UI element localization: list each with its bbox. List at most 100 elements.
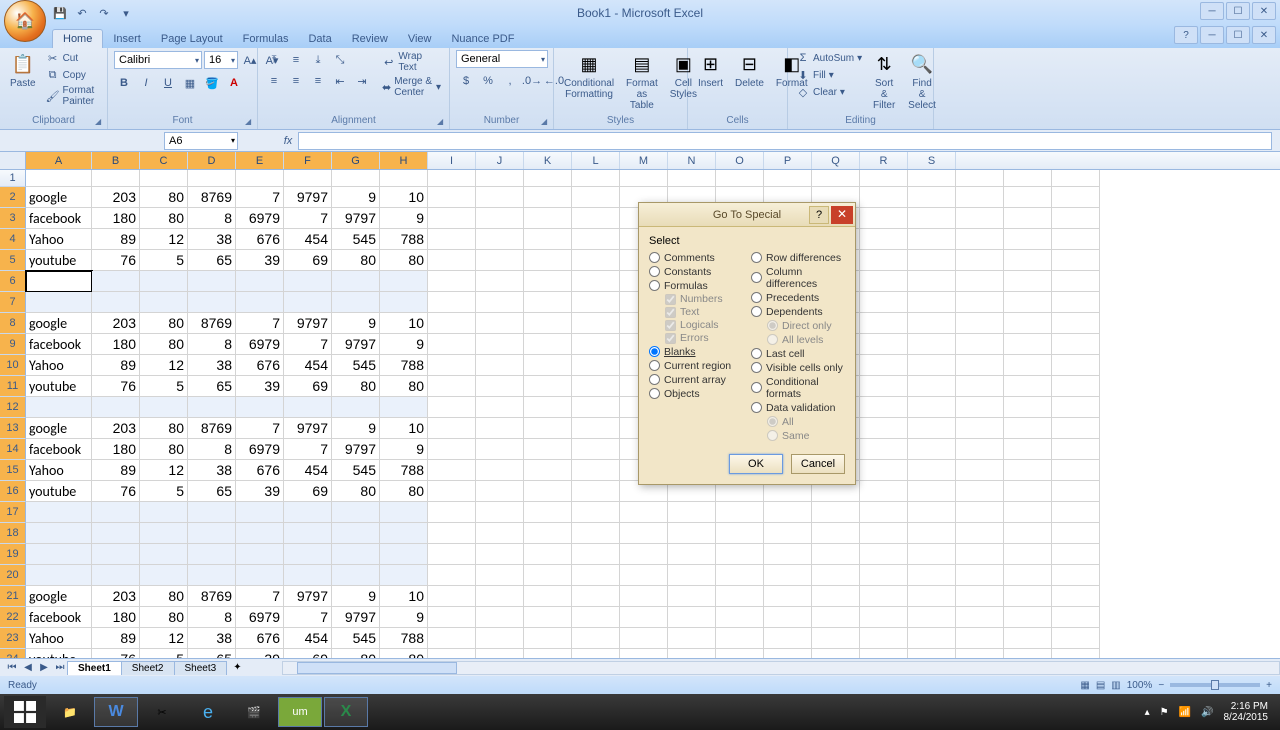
cell[interactable]: 38 xyxy=(188,460,236,481)
close-button[interactable]: ✕ xyxy=(1252,2,1276,20)
cell[interactable]: 9 xyxy=(380,334,428,355)
cell[interactable]: 8769 xyxy=(188,586,236,607)
cell[interactable] xyxy=(1052,544,1100,565)
cell[interactable] xyxy=(764,607,812,628)
cell[interactable] xyxy=(524,229,572,250)
cell[interactable] xyxy=(572,170,620,187)
cell[interactable]: 65 xyxy=(188,649,236,658)
cell[interactable] xyxy=(332,565,380,586)
cell[interactable]: 10 xyxy=(380,586,428,607)
cell[interactable] xyxy=(1052,439,1100,460)
cell[interactable] xyxy=(908,187,956,208)
fill-button[interactable]: ⬇Fill ▾ xyxy=(794,67,864,83)
font-launcher[interactable]: ◢ xyxy=(245,117,255,127)
cell[interactable] xyxy=(812,523,860,544)
font-size-combo[interactable]: 16 xyxy=(204,51,238,69)
radio-blanks[interactable]: Blanks xyxy=(649,345,743,358)
taskbar-app2-icon[interactable]: um xyxy=(278,697,322,727)
cell[interactable]: 180 xyxy=(92,607,140,628)
cell[interactable]: 80 xyxy=(140,187,188,208)
fill-color-button[interactable]: 🪣 xyxy=(202,73,222,93)
cell[interactable]: 80 xyxy=(380,376,428,397)
align-top-icon[interactable]: ⤒ xyxy=(264,50,284,70)
cell[interactable] xyxy=(428,355,476,376)
cell[interactable] xyxy=(956,565,1004,586)
align-center-icon[interactable]: ≡ xyxy=(286,71,306,91)
cell[interactable] xyxy=(428,481,476,502)
cell[interactable] xyxy=(1004,502,1052,523)
col-header-D[interactable]: D xyxy=(188,152,236,169)
cell[interactable] xyxy=(1052,502,1100,523)
cell[interactable] xyxy=(428,607,476,628)
cell[interactable]: 9 xyxy=(332,418,380,439)
cell[interactable]: 69 xyxy=(284,376,332,397)
cell[interactable]: 80 xyxy=(332,649,380,658)
cell[interactable] xyxy=(428,439,476,460)
cell[interactable] xyxy=(956,481,1004,502)
cell[interactable] xyxy=(1004,586,1052,607)
cell[interactable] xyxy=(908,649,956,658)
cell[interactable] xyxy=(476,439,524,460)
cell[interactable] xyxy=(1052,397,1100,418)
cell[interactable] xyxy=(572,334,620,355)
cell[interactable]: 8 xyxy=(188,208,236,229)
cell[interactable] xyxy=(956,439,1004,460)
cell[interactable] xyxy=(764,523,812,544)
cell[interactable]: 8 xyxy=(188,334,236,355)
cell[interactable] xyxy=(1052,229,1100,250)
cell[interactable] xyxy=(860,355,908,376)
cell[interactable] xyxy=(476,502,524,523)
cell[interactable] xyxy=(92,523,140,544)
cell[interactable] xyxy=(428,187,476,208)
cell[interactable] xyxy=(572,313,620,334)
cell[interactable] xyxy=(956,523,1004,544)
cell[interactable] xyxy=(524,439,572,460)
cell[interactable] xyxy=(1052,460,1100,481)
row-header-7[interactable]: 7 xyxy=(0,292,26,313)
cell[interactable] xyxy=(236,292,284,313)
cell[interactable]: 180 xyxy=(92,439,140,460)
cell[interactable] xyxy=(764,649,812,658)
cell[interactable] xyxy=(524,271,572,292)
cell[interactable] xyxy=(380,170,428,187)
cell[interactable]: 10 xyxy=(380,187,428,208)
select-all-corner[interactable] xyxy=(0,152,26,169)
row-header-12[interactable]: 12 xyxy=(0,397,26,418)
cell[interactable] xyxy=(812,649,860,658)
radio-constants[interactable]: Constants xyxy=(649,265,743,278)
cell[interactable] xyxy=(860,586,908,607)
cell[interactable] xyxy=(428,376,476,397)
cell[interactable] xyxy=(524,397,572,418)
radio-dependents[interactable]: Dependents xyxy=(751,305,845,318)
cell[interactable]: 12 xyxy=(140,355,188,376)
cell[interactable] xyxy=(572,628,620,649)
cell[interactable]: facebook xyxy=(26,607,92,628)
cell[interactable] xyxy=(668,170,716,187)
cell[interactable] xyxy=(572,376,620,397)
cell[interactable] xyxy=(524,418,572,439)
row-header-19[interactable]: 19 xyxy=(0,544,26,565)
cell[interactable]: google xyxy=(26,187,92,208)
row-header-16[interactable]: 16 xyxy=(0,481,26,502)
row-header-6[interactable]: 6 xyxy=(0,271,26,292)
cell[interactable] xyxy=(620,628,668,649)
cell[interactable] xyxy=(428,586,476,607)
cell[interactable]: 454 xyxy=(284,355,332,376)
cell[interactable]: 9797 xyxy=(332,208,380,229)
sheet-nav-prev[interactable]: ◀ xyxy=(20,662,36,673)
number-launcher[interactable]: ◢ xyxy=(541,117,551,127)
cell[interactable] xyxy=(956,418,1004,439)
cell[interactable] xyxy=(1004,481,1052,502)
cell[interactable]: 10 xyxy=(380,418,428,439)
cell[interactable] xyxy=(620,502,668,523)
cell[interactable] xyxy=(860,565,908,586)
row-header-15[interactable]: 15 xyxy=(0,460,26,481)
radio-last-cell[interactable]: Last cell xyxy=(751,347,845,360)
cell[interactable] xyxy=(524,376,572,397)
align-left-icon[interactable]: ≡ xyxy=(264,71,284,91)
col-header-N[interactable]: N xyxy=(668,152,716,169)
cell[interactable] xyxy=(716,649,764,658)
cell[interactable] xyxy=(572,481,620,502)
cell[interactable]: 788 xyxy=(380,355,428,376)
cell[interactable] xyxy=(476,271,524,292)
